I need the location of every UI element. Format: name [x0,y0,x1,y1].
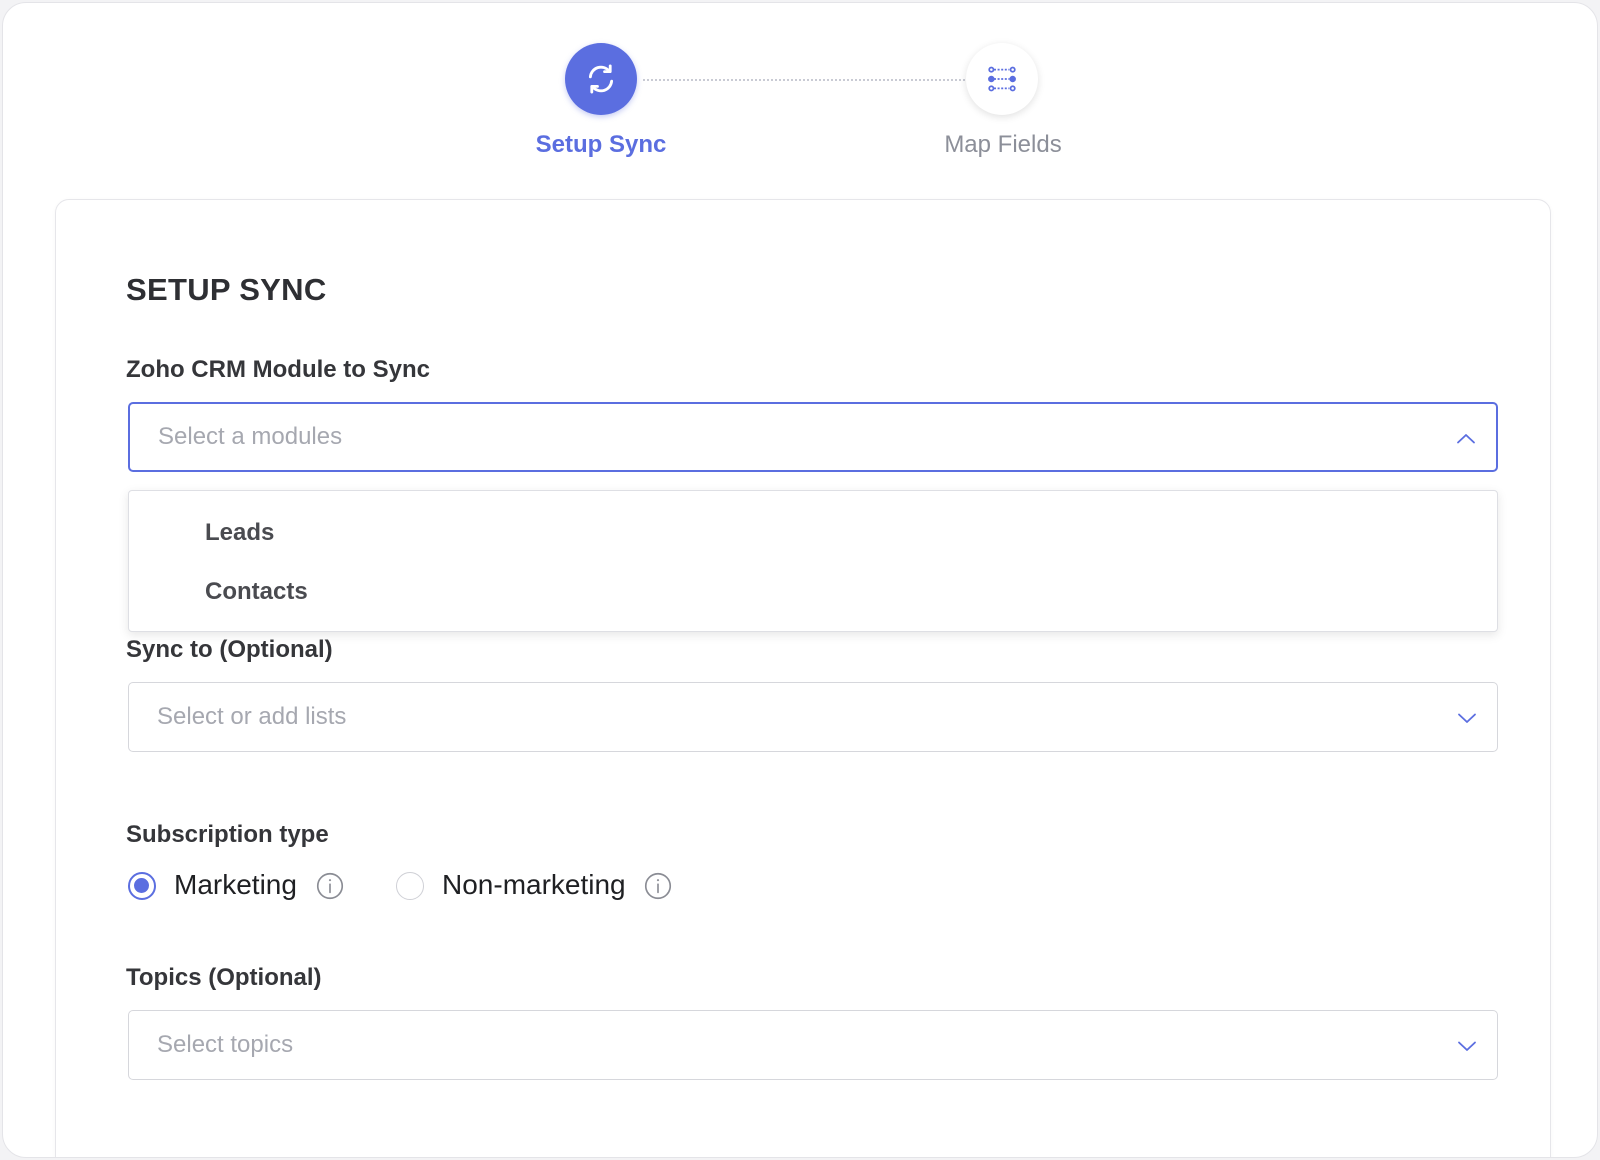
dropdown-option-leads[interactable]: Leads [205,519,274,547]
chevron-up-icon[interactable] [1454,427,1478,451]
step-label-map-fields[interactable]: Map Fields [903,131,1103,159]
card-title: SETUP SYNC [126,272,327,307]
module-dropdown-menu: Leads Contacts [128,490,1498,632]
chevron-down-icon[interactable] [1455,706,1479,730]
sync-to-label: Sync to (Optional) [126,636,333,663]
radio-non-marketing[interactable] [396,872,424,900]
step-map-fields[interactable] [966,43,1038,115]
sync-icon [588,64,614,94]
chevron-down-icon[interactable] [1455,1034,1479,1058]
stepper: Setup Sync Map Fields [3,3,1597,193]
sync-to-select[interactable]: Select or add lists [128,682,1498,752]
map-fields-icon [988,66,1016,92]
topics-placeholder: Select topics [157,1031,294,1058]
module-select[interactable]: Select a modules [128,402,1498,472]
radio-marketing-label[interactable]: Marketing [174,869,297,901]
topics-label: Topics (Optional) [126,964,322,991]
subscription-type-label: Subscription type [126,821,329,848]
sync-to-placeholder: Select or add lists [157,703,347,730]
module-placeholder: Select a modules [158,423,343,450]
step-setup-sync[interactable] [565,43,637,115]
info-icon[interactable] [644,872,672,900]
module-label: Zoho CRM Module to Sync [126,356,430,383]
dropdown-option-contacts[interactable]: Contacts [205,578,308,606]
stepper-connector [643,79,965,81]
radio-marketing[interactable] [128,872,156,900]
app-frame: Setup Sync Map Fields SETUP SYNC Zoho CR… [2,2,1598,1158]
info-icon[interactable] [316,872,344,900]
topics-select[interactable]: Select topics [128,1010,1498,1080]
radio-non-marketing-label[interactable]: Non-marketing [442,869,626,901]
setup-sync-card: SETUP SYNC Zoho CRM Module to Sync Selec… [55,199,1551,1157]
step-label-setup-sync[interactable]: Setup Sync [501,131,701,159]
subscription-type-radio-group: Marketing Non-marketing [128,866,828,906]
